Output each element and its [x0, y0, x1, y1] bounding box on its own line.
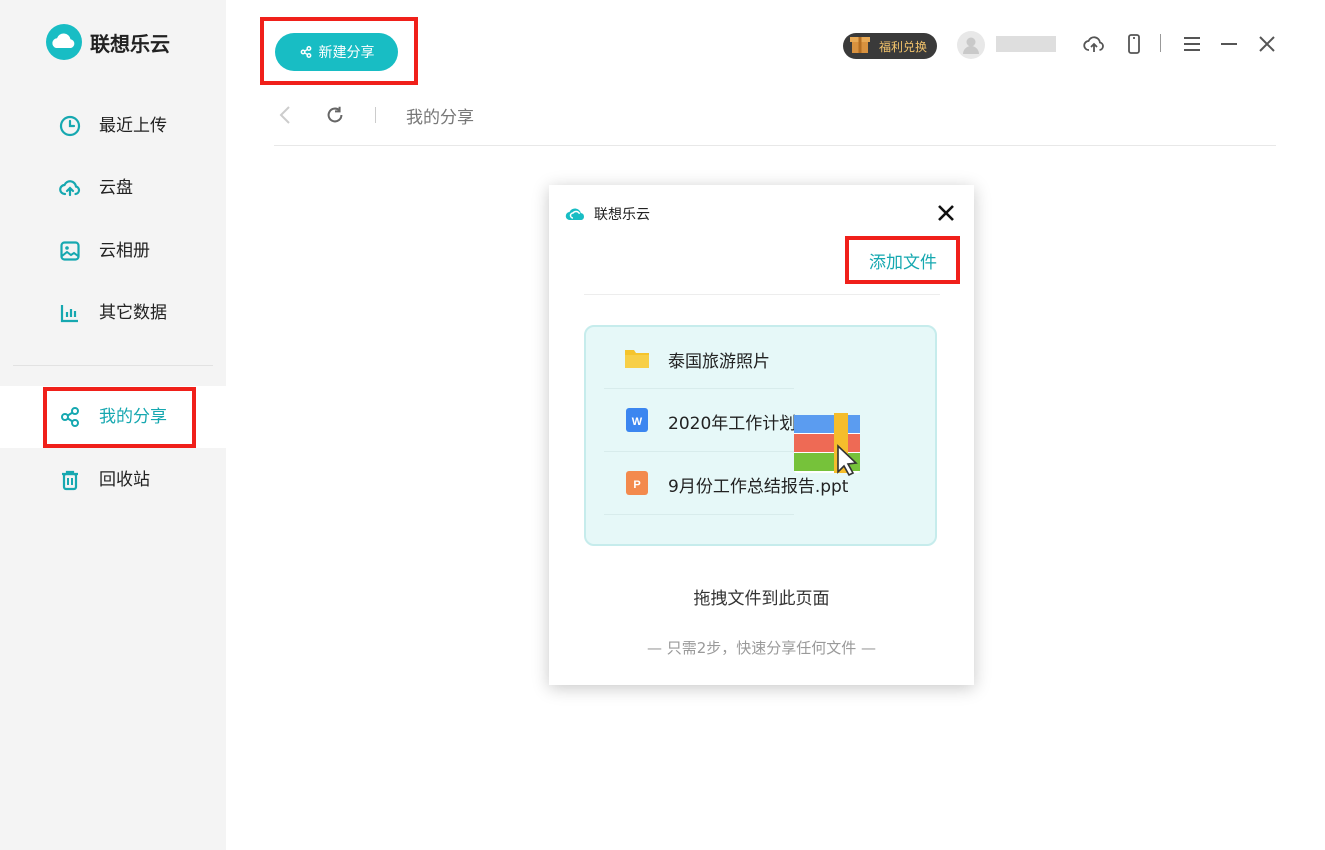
- toolbar-separator: [1160, 34, 1161, 52]
- sidebar-item-cloud-disk[interactable]: 云盘: [0, 157, 226, 219]
- sidebar-item-recent-upload[interactable]: 最近上传: [0, 95, 226, 157]
- breadcrumb-current: 我的分享: [406, 108, 474, 128]
- sidebar-item-label: 回收站: [99, 470, 150, 490]
- drag-hint-text: 拖拽文件到此页面: [693, 589, 830, 609]
- image-icon: [60, 241, 80, 261]
- dialog-divider: [584, 294, 940, 295]
- bonus-label: 福利兑换: [878, 39, 927, 54]
- sidebar-item-cloud-album[interactable]: 云相册: [0, 220, 226, 282]
- sidebar-item-label: 我的分享: [99, 407, 167, 427]
- new-share-button[interactable]: 新建分享: [275, 33, 398, 71]
- app-logo-icon: [565, 208, 584, 221]
- gift-box-icon: [850, 37, 870, 53]
- cloud-upload-icon: [59, 180, 81, 197]
- phone-icon[interactable]: [1122, 32, 1146, 56]
- sidebar-item-label: 云相册: [99, 241, 150, 261]
- add-file-link[interactable]: 添加文件: [869, 248, 937, 273]
- sidebar-item-other-data[interactable]: 其它数据: [0, 282, 226, 344]
- sidebar-item-label: 云盘: [99, 178, 133, 198]
- sidebar-item-recycle-bin[interactable]: 回收站: [0, 449, 226, 511]
- list-item: 泰国旅游照片: [608, 329, 908, 391]
- row-divider: [604, 388, 794, 389]
- new-share-label: 新建分享: [318, 44, 375, 60]
- svg-text:P: P: [633, 479, 640, 491]
- svg-text:W: W: [632, 416, 643, 428]
- cloud-logo-icon: [46, 24, 82, 60]
- share-dialog: 联想乐云 添加文件 泰国旅游照片 W 2020年工作计划... P 9月份工作总…: [549, 185, 974, 685]
- row-divider: [604, 514, 794, 515]
- word-doc-icon: W: [626, 408, 648, 432]
- ppt-icon: P: [626, 471, 648, 495]
- minimize-icon[interactable]: [1217, 32, 1241, 56]
- share-icon: [300, 46, 311, 58]
- breadcrumb-separator: [375, 107, 376, 123]
- trash-icon: [62, 470, 78, 491]
- menu-icon[interactable]: [1180, 32, 1204, 56]
- sidebar-item-label: 最近上传: [99, 116, 167, 136]
- sidebar-divider: [13, 365, 213, 366]
- sidebar: 联想乐云 最近上传 云盘 云相册 其它数据 我的分享 回收站: [0, 0, 226, 850]
- app-title: 联想乐云: [90, 31, 170, 56]
- upload-cloud-icon[interactable]: [1082, 32, 1106, 56]
- close-icon[interactable]: [935, 202, 957, 224]
- bonus-exchange-button[interactable]: 福利兑换: [843, 33, 937, 59]
- back-arrow-icon[interactable]: [276, 104, 296, 126]
- app-logo: 联想乐云: [46, 24, 170, 60]
- dragged-file-icon: [794, 413, 860, 477]
- user-icon: [963, 37, 979, 54]
- file-name: 2020年工作计划...: [668, 414, 813, 434]
- clock-icon: [59, 115, 81, 137]
- dialog-title: 联想乐云: [594, 207, 650, 223]
- step-hint-text: — 只需2步，快速分享任何文件 —: [646, 639, 877, 657]
- refresh-icon[interactable]: [324, 104, 346, 126]
- row-divider: [604, 451, 794, 452]
- drop-zone-illustration[interactable]: 泰国旅游照片 W 2020年工作计划... P 9月份工作总结报告.ppt: [584, 325, 937, 546]
- folder-icon: [625, 350, 649, 368]
- avatar[interactable]: [957, 31, 985, 59]
- header-divider: [274, 145, 1276, 146]
- username-blurred: [996, 36, 1056, 52]
- sidebar-item-label: 其它数据: [99, 303, 167, 323]
- file-name: 泰国旅游照片: [668, 352, 770, 372]
- share-icon: [61, 407, 79, 427]
- bar-chart-icon: [60, 305, 78, 323]
- sidebar-item-my-share[interactable]: 我的分享: [0, 386, 226, 448]
- close-window-icon[interactable]: [1255, 32, 1279, 56]
